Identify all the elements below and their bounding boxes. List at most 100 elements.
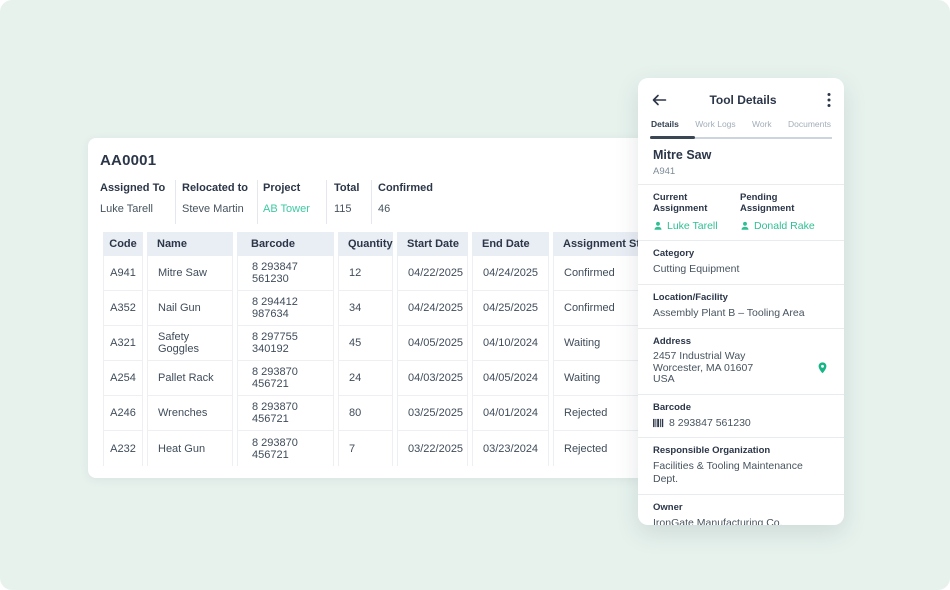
summary-field-value: Steve Martin	[182, 203, 257, 216]
address-line: 2457 Industrial Way	[653, 351, 816, 363]
table-cell-barcode: 8 293870 456721	[237, 396, 334, 431]
table-cell-code[interactable]: A321	[103, 326, 143, 361]
table-cell-qty: 34	[338, 291, 393, 326]
panel-tabs: Details Work Logs Work Documents	[638, 114, 844, 136]
field-owner: Owner IronGate Manufacturing Co.	[638, 494, 844, 526]
summary-field-value: 46	[378, 203, 482, 216]
summary-field-label: Assigned To	[100, 182, 175, 195]
summary-field-relocated-to: Relocated to Steve Martin	[176, 180, 258, 224]
summary-field-label: Total	[334, 182, 371, 195]
table-cell-name: Wrenches	[147, 396, 233, 431]
field-label: Owner	[653, 502, 829, 513]
barcode-icon	[653, 418, 664, 428]
summary-field-value: Luke Tarell	[100, 203, 175, 216]
panel-header: Tool Details	[638, 78, 844, 114]
table-cell-start: 03/25/2025	[397, 396, 468, 431]
tab-underline	[650, 136, 832, 139]
table-cell-code[interactable]: A254	[103, 361, 143, 396]
active-tab-indicator	[650, 136, 695, 139]
table-cell-qty: 45	[338, 326, 393, 361]
pending-assignment: Pending Assignment Donald Rake	[740, 192, 829, 232]
table-cell-name: Nail Gun	[147, 291, 233, 326]
pending-assignee-name: Donald Rake	[754, 220, 815, 232]
table-cell-qty: 24	[338, 361, 393, 396]
column-header-name[interactable]: Name	[147, 232, 233, 256]
table-cell-code[interactable]: A246	[103, 396, 143, 431]
column-header-start[interactable]: Start Date	[397, 232, 468, 256]
table-cell-start: 04/24/2025	[397, 291, 468, 326]
tab-documents[interactable]: Documents	[788, 116, 831, 136]
table-cell-start: 03/22/2025	[397, 431, 468, 466]
field-label: Address	[653, 336, 829, 347]
table-cell-name: Pallet Rack	[147, 361, 233, 396]
summary-field-value: 115	[334, 203, 371, 216]
table-cell-start: 04/22/2025	[397, 256, 468, 291]
summary-field-assigned-to: Assigned To Luke Tarell	[100, 180, 176, 224]
summary-field-project: ProjectAB Tower	[258, 180, 327, 224]
table-cell-end: 04/10/2024	[472, 326, 549, 361]
table-cell-barcode: 8 293847 561230	[237, 256, 334, 291]
field-location-facility: Location/FacilityAssembly Plant B – Tool…	[638, 284, 844, 328]
more-options-button[interactable]	[817, 92, 831, 108]
tools-table: CodeNameBarcodeQuantityStart DateEnd Dat…	[103, 232, 719, 466]
person-icon	[653, 221, 663, 231]
table-cell-name: Mitre Saw	[147, 256, 233, 291]
table-cell-start: 04/05/2025	[397, 326, 468, 361]
panel-title: Tool Details	[669, 93, 817, 107]
current-assignment-label: Current Assignment	[653, 192, 740, 214]
page-background: AA0001 Assigned ToLuke TarellRelocated t…	[0, 0, 950, 590]
field-address: Address 2457 Industrial WayWorcester, MA …	[638, 328, 844, 394]
kebab-menu-icon	[827, 92, 831, 108]
summary-field-label: Relocated to	[182, 182, 257, 195]
barcode-number: 8 293847 561230	[669, 417, 751, 429]
summary-field-total: Total 115	[327, 180, 372, 224]
table-cell-code[interactable]: A232	[103, 431, 143, 466]
tool-name: Mitre Saw	[653, 148, 829, 163]
table-cell-barcode: 8 294412 987634	[237, 291, 334, 326]
column-header-code[interactable]: Code	[103, 232, 143, 256]
field-value: IronGate Manufacturing Co.	[653, 517, 829, 526]
table-cell-start: 04/03/2025	[397, 361, 468, 396]
field-label: Barcode	[653, 402, 829, 413]
tab-work[interactable]: Work	[752, 116, 772, 136]
table-cell-name: Heat Gun	[147, 431, 233, 466]
field-label: Category	[653, 248, 829, 259]
tool-details-panel: Tool Details Details Work Logs Work Documen…	[638, 78, 844, 525]
assignment-summary-bar: Assigned To Luke Tarell Relocated to Steve …	[100, 180, 720, 224]
table-cell-qty: 7	[338, 431, 393, 466]
back-button[interactable]	[651, 92, 669, 108]
tab-details[interactable]: Details	[651, 116, 679, 136]
field-value: Assembly Plant B – Tooling Area	[653, 307, 829, 320]
table-cell-code[interactable]: A352	[103, 291, 143, 326]
address-line: USA	[653, 374, 816, 386]
field-category: CategoryCutting Equipment	[638, 240, 844, 284]
pending-assignee-link[interactable]: Donald Rake	[740, 220, 829, 232]
tab-work-logs[interactable]: Work Logs	[695, 116, 735, 136]
person-icon	[740, 221, 750, 231]
tool-identity-section: Mitre Saw A941	[638, 139, 844, 184]
table-cell-end: 04/05/2024	[472, 361, 549, 396]
table-cell-qty: 12	[338, 256, 393, 291]
column-header-barcode[interactable]: Barcode	[237, 232, 334, 256]
table-cell-qty: 80	[338, 396, 393, 431]
table-cell-barcode: 8 293870 456721	[237, 361, 334, 396]
column-header-qty[interactable]: Quantity	[338, 232, 393, 256]
table-cell-end: 04/25/2025	[472, 291, 549, 326]
table-cell-code[interactable]: A941	[103, 256, 143, 291]
address-lines: 2457 Industrial WayWorcester, MA 01607US…	[653, 351, 816, 386]
pending-assignment-label: Pending Assignment	[740, 192, 829, 214]
summary-field-confirmed: Confirmed 46	[372, 180, 482, 224]
current-assignee-link[interactable]: Luke Tarell	[653, 220, 740, 232]
assignment-section: Current Assignment Luke Tarell Pending A…	[638, 184, 844, 240]
tool-code: A941	[653, 166, 829, 177]
current-assignee-name: Luke Tarell	[667, 220, 718, 232]
open-map-button[interactable]	[816, 361, 829, 375]
table-cell-end: 04/01/2024	[472, 396, 549, 431]
field-value: Facilities & Tooling Maintenance Dept.	[653, 460, 829, 486]
summary-field-label: Confirmed	[378, 182, 482, 195]
assignment-card: AA0001 Assigned ToLuke TarellRelocated t…	[88, 138, 732, 478]
table-cell-end: 04/24/2025	[472, 256, 549, 291]
project-link[interactable]: AB Tower	[263, 203, 326, 216]
column-header-end[interactable]: End Date	[472, 232, 549, 256]
address-line: Worcester, MA 01607	[653, 363, 816, 375]
